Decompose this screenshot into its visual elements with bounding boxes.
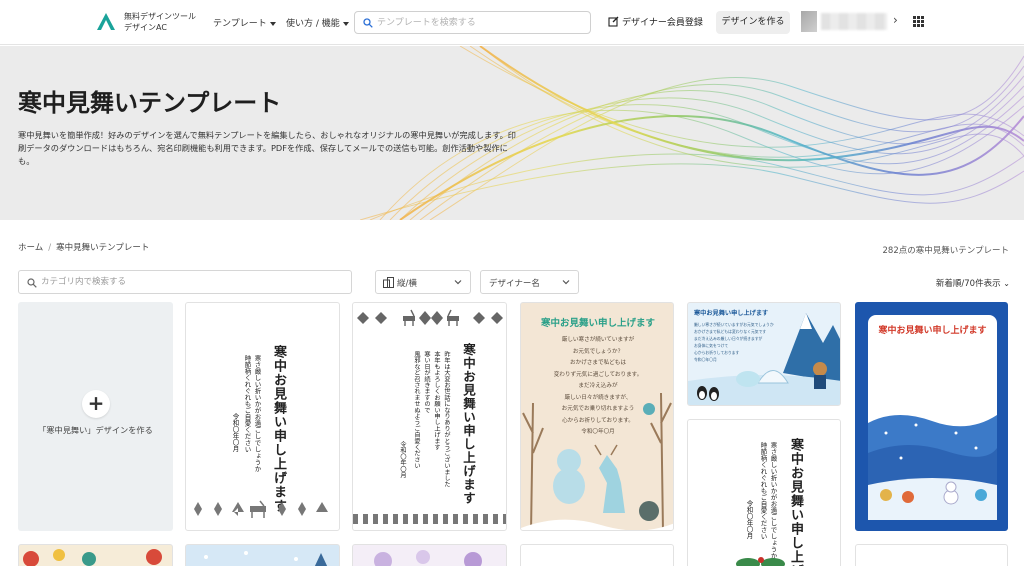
- nordic-pattern-graphic: [194, 500, 328, 518]
- card-body: 時節柄くれぐれもご自愛ください: [243, 355, 251, 453]
- template-card[interactable]: 寒中お見舞い申し上げます 厳しい寒さが続いていますがお元気でしょうか おかげさま…: [687, 302, 841, 406]
- card-date: 令和〇年〇月: [231, 413, 239, 452]
- user-name-blurred[interactable]: [821, 13, 887, 30]
- chevron-down-icon: [562, 280, 570, 285]
- card-body: 風邪など召されませぬようご自愛ください: [413, 351, 420, 469]
- sort-label: 新着順/70件表示: [935, 279, 1001, 289]
- search-icon: [27, 278, 37, 288]
- nav-howto-label: 使い方 / 機能: [286, 19, 340, 29]
- template-card[interactable]: [185, 544, 340, 566]
- result-count: 282点の寒中見舞いテンプレート: [882, 246, 1009, 256]
- card-title: 寒中お見舞い申し上げます: [461, 343, 476, 505]
- card-title: 寒中お見舞い申し上げます: [788, 438, 803, 566]
- template-card[interactable]: [855, 544, 1008, 566]
- caret-down-icon: [269, 21, 276, 26]
- igloo-penguins-illustration: [688, 313, 840, 405]
- template-card[interactable]: [352, 544, 507, 566]
- card-body: 昨年は大変お世話になりありがとうございました: [443, 351, 450, 488]
- flower-illustration: [23, 549, 162, 566]
- page-title: 寒中見舞いテンプレート: [18, 89, 282, 117]
- create-card-label: 「寒中見舞い」デザインを作る: [38, 425, 153, 435]
- template-card[interactable]: 寒中お見舞い申し上げます 昨年は大変お世話になりありがとうございました 本年もよ…: [352, 302, 507, 531]
- header-search-input[interactable]: [377, 14, 585, 31]
- snowy-town-illustration: [868, 414, 997, 520]
- breadcrumb-separator: /: [48, 243, 52, 253]
- reindeer-border-top: [357, 309, 503, 326]
- card-title: 寒中お見舞い申し上げます: [878, 326, 987, 336]
- winter-animals-illustration: [521, 392, 673, 530]
- logo-line1: 無料デザインツール: [124, 12, 196, 21]
- page-description: 寒中見舞いを簡単作成！好みのデザインを選んで無料テンプレートを編集したら、おしゃ…: [18, 130, 516, 166]
- checker-border-bottom: [353, 514, 506, 524]
- template-card[interactable]: 寒中お見舞い申し上げます: [855, 302, 1008, 531]
- template-card[interactable]: 寒中お見舞い申し上げます 寒さ厳しい折いかがお過ごしでしょうか 時節柄くれぐれも…: [687, 419, 841, 566]
- hero-banner: 寒中見舞いテンプレート 寒中見舞いを簡単作成！好みのデザインを選んで無料テンプレ…: [0, 46, 1024, 220]
- register-label: デザイナー会員登録: [622, 18, 703, 28]
- card-date: 令和〇年〇月: [399, 441, 406, 479]
- orientation-icon: [383, 277, 394, 288]
- designer-register-link[interactable]: デザイナー会員登録: [608, 15, 703, 28]
- breadcrumb-home[interactable]: ホーム: [18, 243, 43, 253]
- template-card[interactable]: 寒中お見舞い申し上げます 厳しい寒さが続いていますが お元気でしょうか？ おかげ…: [520, 302, 674, 531]
- logo-line2: デザインAC: [124, 23, 167, 32]
- card-body: 時節柄くれぐれもご自愛ください: [759, 442, 767, 540]
- card-title: 寒中お見舞い申し上げます: [271, 345, 286, 513]
- logo-text[interactable]: 無料デザインツール デザインAC: [124, 11, 196, 33]
- avatar[interactable]: [801, 11, 817, 32]
- card-body: 寒さ厳しい折いかがお過ごしでしょうか: [253, 355, 261, 472]
- holly-illustration: [736, 557, 785, 566]
- breadcrumb-current: 寒中見舞いテンプレート: [56, 243, 150, 253]
- caret-down-icon: [342, 21, 349, 26]
- create-design-button[interactable]: デザインを作る: [716, 11, 790, 34]
- nav-howto[interactable]: 使い方 / 機能: [286, 16, 349, 29]
- card-title: 寒中お見舞い申し上げます: [540, 318, 655, 329]
- pen-square-icon: [608, 16, 619, 27]
- plus-icon: +: [82, 390, 110, 418]
- orientation-select[interactable]: 縦/横: [375, 270, 471, 294]
- nav-templates[interactable]: テンプレート: [213, 16, 276, 29]
- grid-icon[interactable]: [913, 16, 924, 27]
- category-search[interactable]: [18, 270, 352, 294]
- category-search-input[interactable]: [41, 274, 341, 290]
- orientation-label: 縦/横: [397, 279, 417, 289]
- chevron-down-icon: ⌄: [1003, 279, 1010, 288]
- template-card[interactable]: [520, 544, 674, 566]
- designer-label: デザイナー名: [489, 279, 540, 289]
- sort-select[interactable]: 新着順/70件表示 ⌄: [936, 277, 1010, 289]
- template-card[interactable]: 寒中お見舞い申し上げます 寒さ厳しい折いかがお過ごしでしょうか 時節柄くれぐれも…: [185, 302, 340, 531]
- chevron-down-icon: [454, 280, 462, 285]
- winter-sky-illustration: [204, 551, 328, 566]
- create-new-design-card[interactable]: + 「寒中見舞い」デザインを作る: [18, 302, 173, 531]
- card-body: 寒い日が続きますので: [423, 351, 430, 413]
- chevron-right-icon[interactable]: ›: [893, 13, 898, 27]
- search-icon: [363, 18, 373, 28]
- breadcrumb: ホーム / 寒中見舞いテンプレート: [18, 241, 149, 253]
- logo-mark-icon[interactable]: [96, 12, 116, 31]
- purple-flower-illustration: [374, 550, 482, 566]
- header-search[interactable]: [354, 11, 591, 34]
- card-body: 寒さ厳しい折いかがお過ごしでしょうか: [769, 442, 777, 559]
- designer-select[interactable]: デザイナー名: [480, 270, 579, 294]
- top-header: 無料デザインツール デザインAC テンプレート 使い方 / 機能 デザイナー会員…: [0, 0, 1024, 45]
- nav-templates-label: テンプレート: [213, 19, 267, 29]
- template-card[interactable]: [18, 544, 173, 566]
- card-date: 令和〇年〇月: [745, 500, 753, 539]
- card-body: 本年もよろしくお願い申し上げます: [433, 351, 440, 451]
